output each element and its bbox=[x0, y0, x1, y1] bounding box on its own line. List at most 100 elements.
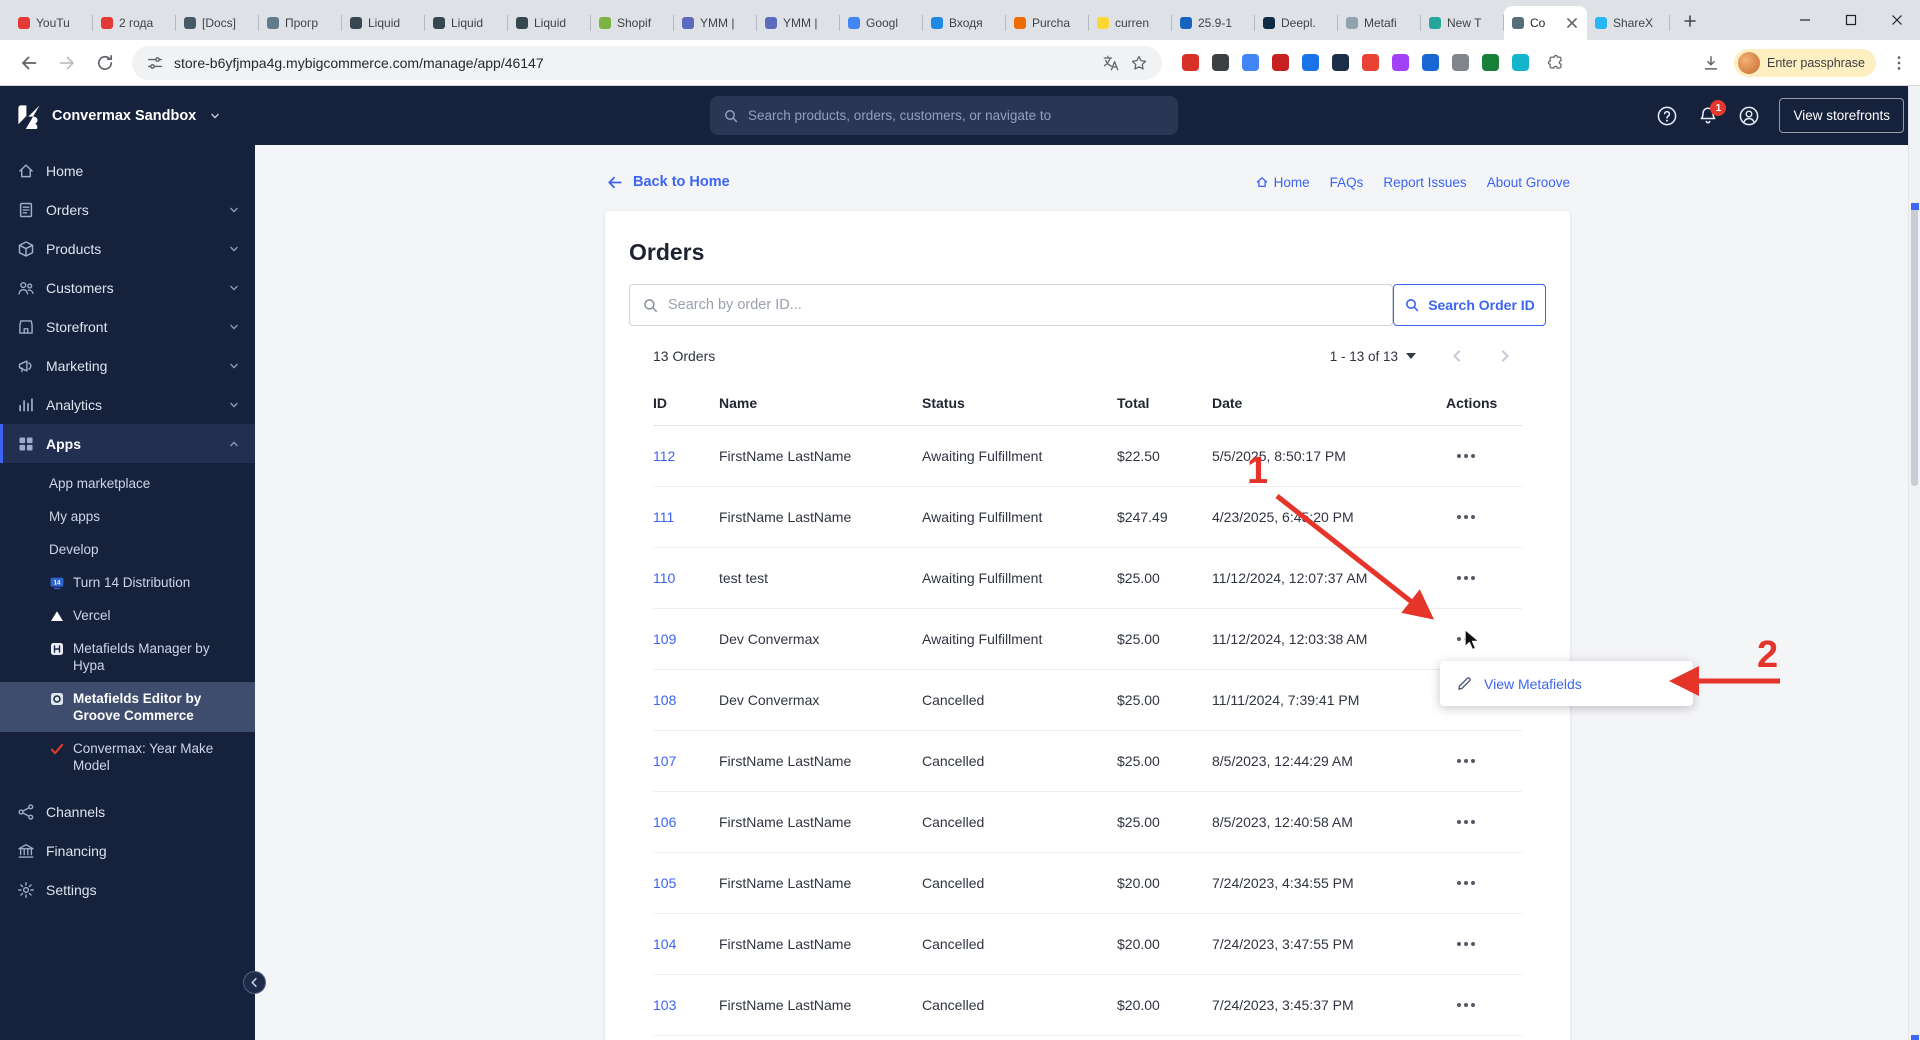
extension-icon[interactable] bbox=[1242, 54, 1259, 71]
sidebar-collapse-button[interactable] bbox=[243, 971, 266, 994]
extension-icon[interactable] bbox=[1182, 54, 1199, 71]
extension-icon[interactable] bbox=[1302, 54, 1319, 71]
browser-tab[interactable]: Metafi bbox=[1338, 6, 1421, 40]
sidebar-item[interactable]: Storefront bbox=[0, 307, 255, 346]
back-button[interactable] bbox=[12, 46, 46, 80]
extension-icon[interactable] bbox=[1452, 54, 1469, 71]
sidebar-item[interactable]: Financing bbox=[0, 831, 255, 870]
order-id-link[interactable]: 103 bbox=[653, 997, 676, 1013]
sidebar-subitem[interactable]: Develop bbox=[0, 533, 255, 566]
link-home[interactable]: Home bbox=[1255, 175, 1310, 190]
order-id-link[interactable]: 107 bbox=[653, 753, 676, 769]
browser-tab[interactable]: New T bbox=[1421, 6, 1504, 40]
forward-button[interactable] bbox=[50, 46, 84, 80]
link-about-groove[interactable]: About Groove bbox=[1487, 175, 1570, 190]
extension-icon[interactable] bbox=[1272, 54, 1289, 71]
global-search-input[interactable] bbox=[748, 108, 1165, 123]
notifications-bell-icon[interactable]: 1 bbox=[1697, 99, 1727, 127]
browser-tab[interactable]: [Docs] bbox=[176, 6, 259, 40]
sidebar-subitem[interactable]: Convermax: Year Make Model bbox=[0, 732, 255, 782]
order-search-input[interactable] bbox=[668, 297, 1380, 313]
browser-tab[interactable]: Liquid bbox=[425, 6, 508, 40]
browser-tab[interactable]: Liquid bbox=[508, 6, 591, 40]
link-faqs[interactable]: FAQs bbox=[1330, 175, 1364, 190]
row-actions-button[interactable] bbox=[1448, 443, 1484, 469]
sidebar-subitem[interactable]: 14 Turn 14 Distribution bbox=[0, 566, 255, 599]
browser-tab[interactable]: Googl bbox=[840, 6, 923, 40]
global-search[interactable] bbox=[710, 96, 1178, 135]
pagination-caret-icon[interactable] bbox=[1406, 353, 1416, 359]
sidebar-item[interactable]: Products bbox=[0, 229, 255, 268]
extension-icon[interactable] bbox=[1422, 54, 1439, 71]
browser-menu-icon[interactable] bbox=[1890, 54, 1908, 72]
sidebar-item[interactable]: Marketing bbox=[0, 346, 255, 385]
back-to-home-link[interactable]: Back to Home bbox=[605, 173, 730, 192]
order-id-link[interactable]: 111 bbox=[653, 509, 674, 525]
window-minimize-button[interactable] bbox=[1782, 0, 1828, 40]
row-actions-button[interactable] bbox=[1448, 931, 1484, 957]
browser-tab[interactable]: Deepl. bbox=[1255, 6, 1338, 40]
tab-close-icon[interactable] bbox=[1565, 16, 1579, 30]
downloads-icon[interactable] bbox=[1702, 54, 1720, 72]
extension-icon[interactable] bbox=[1332, 54, 1349, 71]
search-order-id-button[interactable]: Search Order ID bbox=[1393, 284, 1546, 326]
bookmark-star-icon[interactable] bbox=[1130, 54, 1148, 72]
sidebar-item[interactable]: Settings bbox=[0, 870, 255, 909]
row-actions-button[interactable] bbox=[1448, 748, 1484, 774]
view-storefronts-button[interactable]: View storefronts bbox=[1779, 98, 1904, 133]
order-id-link[interactable]: 109 bbox=[653, 631, 676, 647]
browser-tab[interactable]: 2 года bbox=[93, 6, 176, 40]
row-actions-button[interactable] bbox=[1448, 809, 1484, 835]
window-close-button[interactable] bbox=[1874, 0, 1920, 40]
order-id-link[interactable]: 112 bbox=[653, 448, 675, 464]
extension-icon[interactable] bbox=[1392, 54, 1409, 71]
address-bar[interactable]: store-b6yfjmpa4g.mybigcommerce.com/manag… bbox=[132, 45, 1162, 80]
extension-icon[interactable] bbox=[1362, 54, 1379, 71]
order-id-link[interactable]: 104 bbox=[653, 936, 676, 952]
sidebar-item[interactable]: Home bbox=[0, 151, 255, 190]
sidebar-subitem[interactable]: My apps bbox=[0, 500, 255, 533]
browser-tab[interactable]: Прогр bbox=[259, 6, 342, 40]
sidebar-item[interactable]: Apps bbox=[0, 424, 255, 463]
browser-tab[interactable]: YMM | bbox=[757, 6, 840, 40]
extension-icon[interactable] bbox=[1212, 54, 1229, 71]
extension-icon[interactable] bbox=[1512, 54, 1529, 71]
page-scrollbar[interactable] bbox=[1908, 86, 1920, 1040]
extensions-puzzle-icon[interactable] bbox=[1547, 54, 1565, 72]
extension-icon[interactable] bbox=[1482, 54, 1499, 71]
order-id-link[interactable]: 110 bbox=[653, 570, 675, 586]
sidebar-item[interactable]: Analytics bbox=[0, 385, 255, 424]
reload-button[interactable] bbox=[88, 46, 122, 80]
window-maximize-button[interactable] bbox=[1828, 0, 1874, 40]
browser-tab[interactable]: ShareX bbox=[1587, 6, 1670, 40]
sidebar-item[interactable]: Channels bbox=[0, 792, 255, 831]
store-name[interactable]: Convermax Sandbox bbox=[52, 108, 196, 124]
sidebar-item[interactable]: Customers bbox=[0, 268, 255, 307]
browser-tab[interactable]: 25.9-1 bbox=[1172, 6, 1255, 40]
scrollbar-thumb[interactable] bbox=[1911, 206, 1918, 486]
pagination-next-icon[interactable] bbox=[1498, 349, 1512, 363]
browser-tab[interactable]: YouTu bbox=[10, 6, 93, 40]
sidebar-subitem[interactable]: Metafields Manager by Hypa bbox=[0, 632, 255, 682]
pagination-prev-icon[interactable] bbox=[1450, 349, 1464, 363]
browser-tab[interactable]: Co bbox=[1504, 6, 1587, 40]
link-report-issues[interactable]: Report Issues bbox=[1383, 175, 1466, 190]
site-info-icon[interactable] bbox=[146, 54, 164, 72]
browser-tab[interactable]: curren bbox=[1089, 6, 1172, 40]
browser-tab[interactable]: Liquid bbox=[342, 6, 425, 40]
row-actions-button[interactable] bbox=[1448, 992, 1484, 1018]
row-actions-button[interactable] bbox=[1448, 870, 1484, 896]
browser-tab[interactable]: Shopif bbox=[591, 6, 674, 40]
profile-chip[interactable]: Enter passphrase bbox=[1734, 48, 1876, 77]
translate-icon[interactable] bbox=[1102, 54, 1120, 72]
sidebar-subitem[interactable]: Vercel bbox=[0, 599, 255, 632]
help-icon[interactable] bbox=[1656, 105, 1678, 127]
sidebar-subitem[interactable]: App marketplace bbox=[0, 467, 255, 500]
account-icon[interactable] bbox=[1738, 105, 1760, 127]
order-id-link[interactable]: 105 bbox=[653, 875, 676, 891]
browser-tab[interactable]: Входя bbox=[923, 6, 1006, 40]
browser-tab[interactable]: Purcha bbox=[1006, 6, 1089, 40]
new-tab-button[interactable] bbox=[1676, 7, 1704, 35]
sidebar-subitem[interactable]: Metafields Editor by Groove Commerce bbox=[0, 682, 255, 732]
chevron-down-icon[interactable] bbox=[208, 109, 222, 123]
